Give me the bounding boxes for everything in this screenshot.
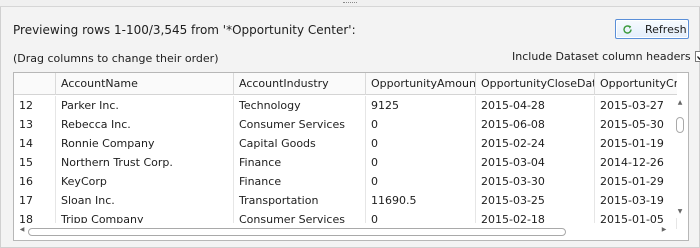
- grid-body: 12 Parker Inc. Technology 9125 2015-04-2…: [14, 96, 677, 229]
- account-name-cell: Northern Trust Corp.: [56, 153, 234, 172]
- row-number-cell: 17: [14, 191, 56, 210]
- opportunity-amount-cell: 0: [366, 134, 476, 153]
- row-number-cell: 16: [14, 172, 56, 191]
- table-row[interactable]: 14 Ronnie Company Capital Goods 0 2015-0…: [14, 134, 677, 153]
- row-number-cell: 14: [14, 134, 56, 153]
- close-date-cell: 2015-06-08: [476, 115, 595, 134]
- created-date-cell: 2015-05-30: [595, 115, 677, 134]
- account-name-cell: Sloan Inc.: [56, 191, 234, 210]
- table-row[interactable]: 12 Parker Inc. Technology 9125 2015-04-2…: [14, 96, 677, 115]
- account-industry-cell: Capital Goods: [234, 134, 366, 153]
- row-number-cell: 15: [14, 153, 56, 172]
- grid-header-row: AccountName AccountIndustry OpportunityA…: [14, 73, 677, 95]
- account-name-cell: KeyCorp: [56, 172, 234, 191]
- preview-panel: Previewing rows 1-100/3,545 from '*Oppor…: [0, 7, 700, 248]
- opportunity-amount-cell: 9125: [366, 96, 476, 115]
- table-row[interactable]: 17 Sloan Inc. Transportation 11690.5 201…: [14, 191, 677, 210]
- drag-grip-icon: [343, 2, 357, 4]
- vertical-scrollbar[interactable]: ▲ ▼: [673, 96, 688, 218]
- scroll-right-arrow-icon[interactable]: ▶: [658, 226, 670, 233]
- vertical-scroll-thumb[interactable]: [676, 117, 684, 133]
- table-row[interactable]: 15 Northern Trust Corp. Finance 0 2015-0…: [14, 153, 677, 172]
- account-name-cell: Ronnie Company: [56, 134, 234, 153]
- column-header-account-name[interactable]: AccountName: [56, 73, 234, 95]
- created-date-cell: 2015-01-19: [595, 134, 677, 153]
- panel-resize-handle[interactable]: [0, 0, 700, 7]
- refresh-button-label: Refresh: [645, 22, 687, 36]
- account-name-cell: Parker Inc.: [56, 96, 234, 115]
- account-industry-cell: Technology: [234, 96, 366, 115]
- close-date-cell: 2015-03-04: [476, 153, 595, 172]
- refresh-icon: [622, 24, 633, 35]
- preview-info-text: Previewing rows 1-100/3,545 from '*Oppor…: [13, 23, 356, 37]
- close-date-cell: 2015-02-24: [476, 134, 595, 153]
- data-preview-grid[interactable]: AccountName AccountIndustry OpportunityA…: [13, 72, 689, 241]
- row-number-cell: 13: [14, 115, 56, 134]
- account-industry-cell: Finance: [234, 172, 366, 191]
- row-number-cell: 12: [14, 96, 56, 115]
- table-row[interactable]: 16 KeyCorp Finance 0 2015-03-30 2015-01-…: [14, 172, 677, 191]
- include-headers-checkbox[interactable]: [694, 51, 700, 62]
- close-date-cell: 2015-04-28: [476, 96, 595, 115]
- scroll-left-arrow-icon[interactable]: ◀: [16, 226, 28, 233]
- scroll-down-arrow-icon[interactable]: ▼: [674, 208, 686, 215]
- column-header-opportunity-close-date[interactable]: OpportunityCloseDate: [476, 73, 595, 95]
- account-industry-cell: Finance: [234, 153, 366, 172]
- column-header-opportunity-amount[interactable]: OpportunityAmount: [366, 73, 476, 95]
- horizontal-scroll-thumb[interactable]: [28, 228, 566, 236]
- opportunity-amount-cell: 0: [366, 115, 476, 134]
- close-date-cell: 2015-03-30: [476, 172, 595, 191]
- opportunity-amount-cell: 0: [366, 172, 476, 191]
- created-date-cell: 2015-03-19: [595, 191, 677, 210]
- column-header-opportunity-created[interactable]: OpportunityCreat: [595, 73, 677, 95]
- refresh-button[interactable]: Refresh: [615, 19, 689, 39]
- column-header-row-number[interactable]: [14, 73, 56, 95]
- checkmark-icon: [694, 51, 700, 62]
- include-headers-label: Include Dataset column headers: [512, 50, 691, 63]
- created-date-cell: 2015-03-27: [595, 96, 677, 115]
- created-date-cell: 2014-12-26: [595, 153, 677, 172]
- horizontal-scrollbar[interactable]: ◀ ▶: [14, 223, 674, 240]
- opportunity-amount-cell: 0: [366, 153, 476, 172]
- account-name-cell: Rebecca Inc.: [56, 115, 234, 134]
- account-industry-cell: Consumer Services: [234, 115, 366, 134]
- include-headers-option[interactable]: Include Dataset column headers: [512, 50, 700, 63]
- scroll-up-arrow-icon[interactable]: ▲: [674, 99, 686, 106]
- close-date-cell: 2015-03-25: [476, 191, 595, 210]
- column-header-account-industry[interactable]: AccountIndustry: [234, 73, 366, 95]
- drag-columns-hint: (Drag columns to change their order): [13, 52, 219, 65]
- created-date-cell: 2015-01-29: [595, 172, 677, 191]
- table-row[interactable]: 13 Rebecca Inc. Consumer Services 0 2015…: [14, 115, 677, 134]
- opportunity-amount-cell: 11690.5: [366, 191, 476, 210]
- account-industry-cell: Transportation: [234, 191, 366, 210]
